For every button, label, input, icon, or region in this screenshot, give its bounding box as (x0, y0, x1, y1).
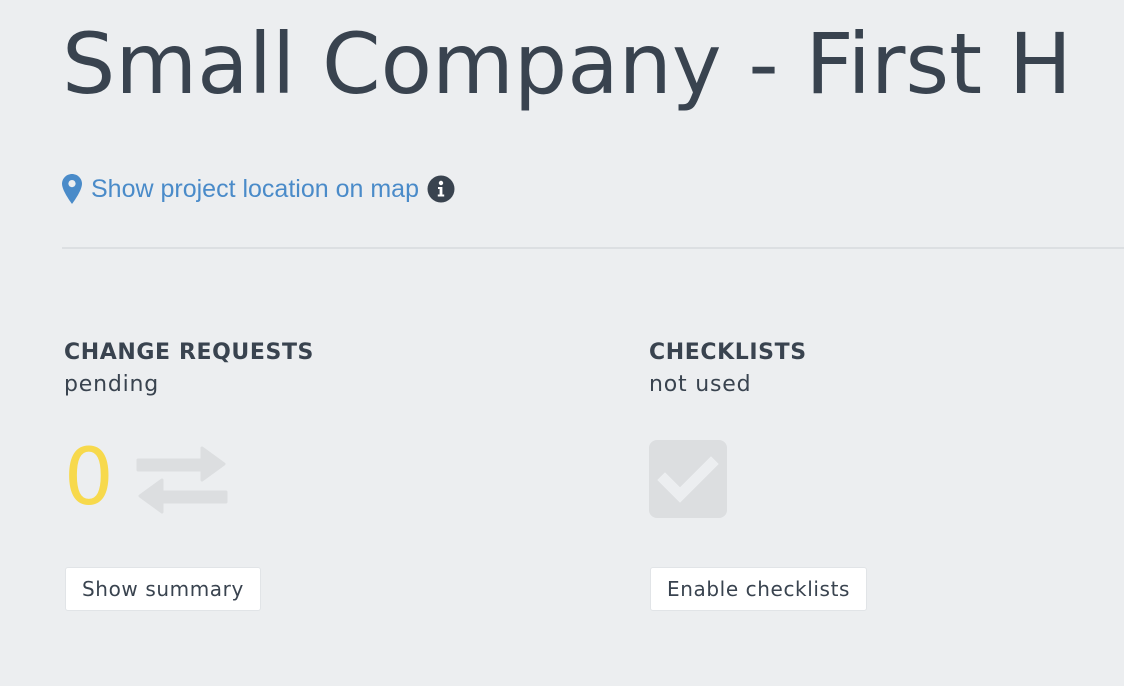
change-requests-heading: CHANGE REQUESTS (64, 340, 315, 365)
checklists-heading: CHECKLISTS (649, 340, 807, 365)
checklists-status: not used (649, 372, 752, 397)
checklists-panel: CHECKLISTS not used Enable checklists (649, 338, 868, 611)
map-link-row: Show project location on map (62, 172, 455, 206)
show-map-link[interactable]: Show project location on map (91, 175, 419, 204)
section-divider (62, 247, 1124, 249)
project-overview-page: Small Company - First H Show project loc… (0, 0, 1124, 686)
enable-checklists-button[interactable]: Enable checklists (650, 567, 868, 611)
checkbox-checked-icon (649, 440, 727, 518)
change-requests-count-row: 0 (64, 438, 228, 518)
info-circle-icon[interactable] (427, 175, 455, 203)
change-requests-status: pending (64, 372, 160, 397)
page-title: Small Company - First H (62, 15, 1072, 113)
transfer-arrows-icon (136, 446, 228, 514)
change-requests-count: 0 (64, 433, 114, 523)
change-requests-panel: CHANGE REQUESTS pending 0 Show summary (64, 338, 315, 611)
map-pin-icon (62, 174, 82, 204)
show-summary-button[interactable]: Show summary (65, 567, 261, 611)
